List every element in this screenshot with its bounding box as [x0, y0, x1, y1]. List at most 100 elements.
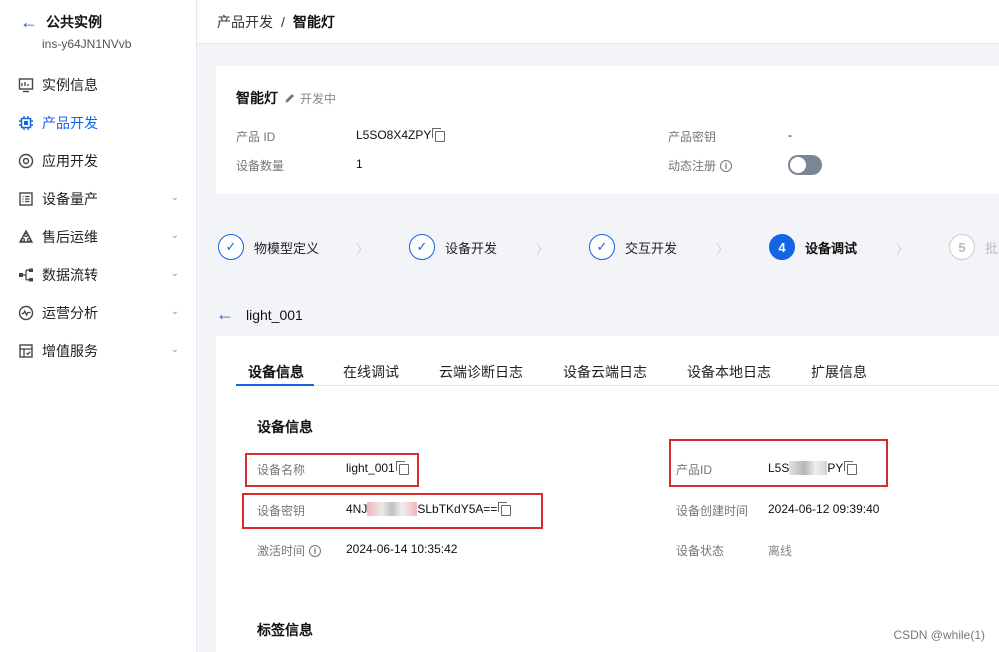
sidebar-item-label: 增值服务	[42, 343, 98, 359]
breadcrumb: 产品开发 / 智能灯	[197, 0, 999, 44]
step-3[interactable]: ✓ 交互开发	[589, 234, 677, 260]
tab-device-local-log[interactable]: 设备本地日志	[687, 362, 771, 382]
highlight-box-device-name	[245, 453, 419, 487]
breadcrumb-parent[interactable]: 产品开发	[217, 12, 273, 32]
chevron-right-icon: 〉	[356, 242, 370, 257]
tab-device-cloud-log[interactable]: 设备云端日志	[563, 362, 647, 382]
copy-icon[interactable]	[432, 127, 446, 142]
dynamic-register-toggle[interactable]	[788, 155, 822, 175]
chevron-down-icon: ⌄	[170, 268, 179, 279]
highlight-box-product-id	[669, 439, 888, 487]
product-name: 智能灯	[236, 90, 278, 106]
package-icon	[18, 343, 34, 359]
section-title-device-info: 设备信息	[257, 419, 313, 435]
dynamic-register-toggle-wrap	[788, 155, 822, 175]
product-secret-label: 产品密钥	[668, 130, 717, 144]
breadcrumb-separator: /	[281, 13, 285, 30]
instance-title: 公共实例	[46, 14, 102, 30]
breadcrumb-current: 智能灯	[292, 13, 335, 30]
step-1[interactable]: ✓ 物模型定义	[218, 234, 319, 260]
tools-icon	[18, 229, 34, 245]
list-icon	[18, 191, 34, 207]
device-header: ← light_001	[216, 304, 303, 325]
step-5[interactable]: 5 批	[949, 234, 998, 260]
sidebar-item-operation-analysis[interactable]: 运营分析 ⌄	[0, 294, 197, 332]
product-status: 开发中	[300, 91, 337, 106]
check-icon: ✓	[409, 234, 435, 260]
sidebar: ← 公共实例 ins-y64JN1NVvb 实例信息 产品开发 应用开发 设备量…	[0, 0, 197, 652]
back-arrow-icon[interactable]: ←	[20, 13, 38, 31]
watermark: CSDN @while(1)	[893, 628, 985, 642]
monitor-icon	[18, 77, 34, 93]
check-icon: ✓	[589, 234, 615, 260]
sidebar-item-after-sales[interactable]: 售后运维 ⌄	[0, 218, 197, 256]
section-title-tags: 标签信息	[257, 622, 313, 638]
created-time-label: 设备创建时间	[676, 504, 749, 518]
progress-steps: ✓ 物模型定义 〉 ✓ 设备开发 〉 ✓ 交互开发 〉 4 设备调试 〉 5 批	[216, 228, 999, 268]
sidebar-item-data-flow[interactable]: 数据流转 ⌄	[0, 256, 197, 294]
chip-icon	[18, 115, 34, 131]
step-label: 设备调试	[805, 240, 858, 256]
edit-pencil-icon[interactable]	[284, 92, 296, 104]
sidebar-menu: 实例信息 产品开发 应用开发 设备量产 ⌄ 售后运维 ⌄ 数据流转 ⌄ 运营分析	[0, 66, 197, 370]
app-ring-icon	[18, 153, 34, 169]
step-label: 设备开发	[445, 240, 498, 256]
device-tabs: 设备信息 在线调试 云端诊断日志 设备云端日志 设备本地日志 扩展信息	[236, 358, 999, 386]
sidebar-item-label: 设备量产	[42, 191, 98, 207]
sidebar-item-label: 数据流转	[42, 267, 98, 283]
instance-header: ← 公共实例 ins-y64JN1NVvb	[20, 12, 131, 51]
activated-time-label: 激活时间	[257, 544, 306, 558]
dynamic-register-label: 动态注册	[668, 159, 717, 173]
sidebar-item-label: 实例信息	[42, 77, 98, 93]
product-id-label: 产品 ID	[236, 130, 276, 144]
step-label: 物模型定义	[254, 240, 320, 256]
sidebar-item-product-dev[interactable]: 产品开发	[0, 104, 197, 142]
device-panel: 设备信息 在线调试 云端诊断日志 设备云端日志 设备本地日志 扩展信息 设备信息…	[216, 336, 999, 652]
product-id-value: L5SO8X4ZPY	[356, 128, 432, 142]
active-tab-indicator	[236, 384, 314, 386]
tab-extension-info[interactable]: 扩展信息	[811, 362, 867, 382]
sidebar-item-mass-production[interactable]: 设备量产 ⌄	[0, 180, 197, 218]
dynamic-register-label-wrap: 动态注册 i	[668, 157, 733, 174]
sidebar-item-label: 产品开发	[42, 115, 98, 131]
device-name-title: light_001	[246, 306, 303, 323]
activated-time-value: 2024-06-14 10:35:42	[346, 542, 458, 556]
chevron-right-icon: 〉	[536, 242, 550, 257]
sidebar-item-value-added[interactable]: 增值服务 ⌄	[0, 332, 197, 370]
instance-id: ins-y64JN1NVvb	[42, 37, 132, 51]
sidebar-item-label: 售后运维	[42, 229, 98, 245]
info-icon[interactable]: i	[720, 159, 733, 172]
check-icon: ✓	[218, 234, 244, 260]
activated-time-label-wrap: 激活时间 i	[257, 542, 322, 559]
sidebar-item-instance-info[interactable]: 实例信息	[0, 66, 197, 104]
chevron-right-icon: 〉	[896, 242, 910, 257]
tab-device-info[interactable]: 设备信息	[248, 362, 304, 382]
tab-cloud-diagnosis-log[interactable]: 云端诊断日志	[439, 362, 523, 382]
chevron-down-icon: ⌄	[170, 306, 179, 317]
device-count-value: 1	[356, 157, 363, 171]
device-status-value: 离线	[768, 544, 793, 558]
product-title-row: 智能灯 开发中	[236, 88, 336, 108]
back-arrow-icon[interactable]: ←	[216, 304, 234, 325]
step-number: 5	[949, 234, 975, 260]
chevron-right-icon: 〉	[716, 242, 730, 257]
chevron-down-icon: ⌄	[170, 344, 179, 355]
product-card: 智能灯 开发中 产品 ID L5SO8X4ZPY 设备数量 1 产品密钥 - 动…	[216, 66, 999, 194]
flow-icon	[18, 267, 34, 283]
sidebar-item-label: 应用开发	[42, 153, 98, 169]
product-id-value-wrap: L5SO8X4ZPY	[356, 127, 446, 142]
sidebar-item-app-dev[interactable]: 应用开发	[0, 142, 197, 180]
sidebar-item-label: 运营分析	[42, 305, 98, 321]
device-status-label: 设备状态	[676, 544, 725, 558]
step-number: 4	[769, 234, 795, 260]
step-4[interactable]: 4 设备调试	[769, 234, 857, 260]
pulse-icon	[18, 305, 34, 321]
tab-online-debug[interactable]: 在线调试	[343, 362, 399, 382]
info-icon[interactable]: i	[309, 544, 322, 557]
chevron-down-icon: ⌄	[170, 192, 179, 203]
step-2[interactable]: ✓ 设备开发	[409, 234, 497, 260]
product-secret-value: -	[788, 128, 792, 142]
step-label: 批	[985, 240, 999, 256]
highlight-box-device-secret	[242, 493, 543, 529]
step-label: 交互开发	[625, 240, 678, 256]
